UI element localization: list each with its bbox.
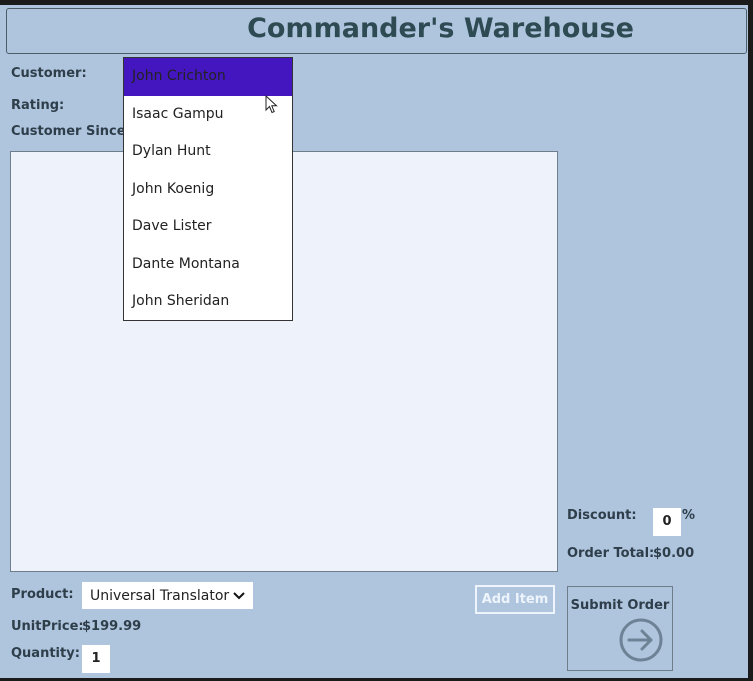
submit-order-button[interactable]: Submit Order	[567, 586, 673, 671]
customer-option[interactable]: Dylan Hunt	[124, 133, 292, 171]
customer-label: Customer:	[11, 66, 87, 81]
chevron-down-icon	[233, 591, 245, 599]
customer-option[interactable]: Dave Lister	[124, 208, 292, 246]
customer-option[interactable]: Dante Montana	[124, 246, 292, 284]
order-total-value: $0.00	[653, 546, 695, 561]
mouse-pointer-icon	[265, 95, 278, 114]
rating-label: Rating:	[11, 98, 65, 113]
customer-option[interactable]: John Sheridan	[124, 283, 292, 321]
quantity-input[interactable]: 1	[82, 645, 110, 673]
order-total-label: Order Total:	[567, 546, 655, 561]
unit-price-value: $199.99	[82, 619, 142, 634]
percent-sign: %	[682, 508, 696, 523]
window-right-edge	[748, 0, 753, 681]
window-top-edge	[0, 0, 753, 5]
header-banner: Commander's Warehouse	[6, 8, 747, 54]
discount-input[interactable]: 0	[653, 508, 681, 536]
product-label: Product:	[11, 587, 74, 602]
add-item-button[interactable]: Add Item	[475, 585, 555, 614]
customer-since-label: Customer Since:	[11, 124, 131, 139]
customer-option[interactable]: John Koenig	[124, 171, 292, 209]
unit-price-label: UnitPrice:	[11, 619, 84, 634]
customer-option[interactable]: John Crichton	[124, 58, 292, 96]
arrow-right-circle-icon	[619, 618, 663, 662]
product-selected-value: Universal Translator	[90, 587, 230, 604]
submit-order-label: Submit Order	[570, 598, 670, 613]
discount-label: Discount:	[567, 508, 637, 523]
app-title: Commander's Warehouse	[247, 13, 634, 44]
product-select[interactable]: Universal Translator	[82, 582, 253, 609]
quantity-label: Quantity:	[11, 646, 80, 661]
